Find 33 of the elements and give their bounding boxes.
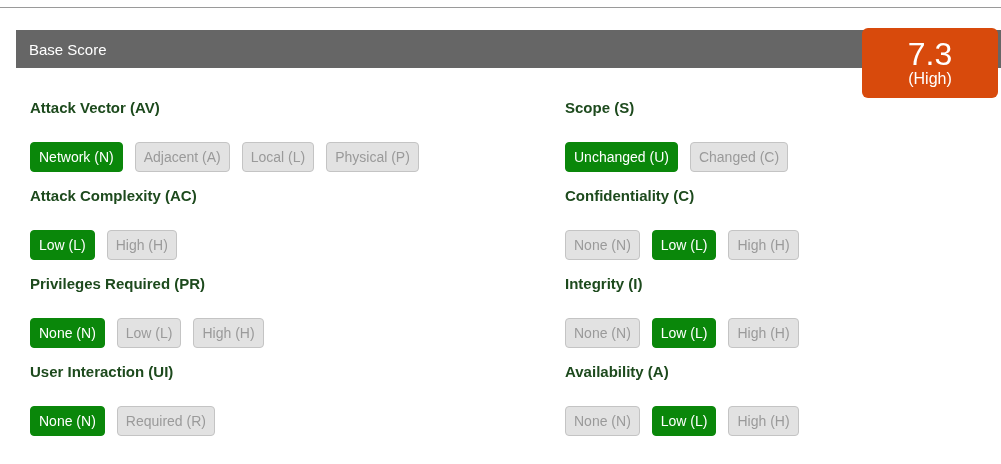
option-button[interactable]: None (N) (30, 318, 105, 348)
option-button[interactable]: None (N) (30, 406, 105, 436)
score-value: 7.3 (907, 38, 953, 70)
option-button[interactable]: High (H) (728, 406, 799, 436)
option-button[interactable]: High (H) (193, 318, 264, 348)
metric-label: Attack Vector (AV) (30, 98, 161, 118)
option-button[interactable]: Low (L) (651, 318, 717, 348)
option-button[interactable]: Required (R) (116, 406, 215, 436)
option-button[interactable]: Low (L) (651, 406, 717, 436)
metric-label: Confidentiality (C) (565, 186, 696, 206)
option-button[interactable]: High (H) (106, 230, 177, 260)
option-button[interactable]: High (H) (728, 230, 799, 260)
metric-label: Scope (S) (565, 98, 636, 118)
option-button[interactable]: None (N) (565, 230, 640, 260)
score-rating: (High) (908, 70, 952, 88)
option-button[interactable]: High (H) (728, 318, 799, 348)
option-button[interactable]: Changed (C) (689, 142, 789, 172)
option-button[interactable]: Low (L) (651, 230, 717, 260)
option-button[interactable]: Low (L) (116, 318, 182, 348)
option-button[interactable]: None (N) (565, 406, 640, 436)
section-title: Base Score (29, 40, 107, 58)
metric-label: User Interaction (UI) (30, 362, 175, 382)
option-button[interactable]: Low (L) (30, 230, 95, 260)
option-button[interactable]: None (N) (565, 318, 640, 348)
metric-label: Integrity (I) (565, 274, 644, 294)
option-button[interactable]: Unchanged (U) (565, 142, 678, 172)
metric-label: Privileges Required (PR) (30, 274, 207, 294)
option-button[interactable]: Network (N) (30, 142, 123, 172)
option-button[interactable]: Local (L) (241, 142, 315, 172)
metric-label: Availability (A) (565, 362, 670, 382)
metric-label: Attack Complexity (AC) (30, 186, 198, 206)
option-button[interactable]: Adjacent (A) (134, 142, 230, 172)
option-button[interactable]: Physical (P) (326, 142, 419, 172)
